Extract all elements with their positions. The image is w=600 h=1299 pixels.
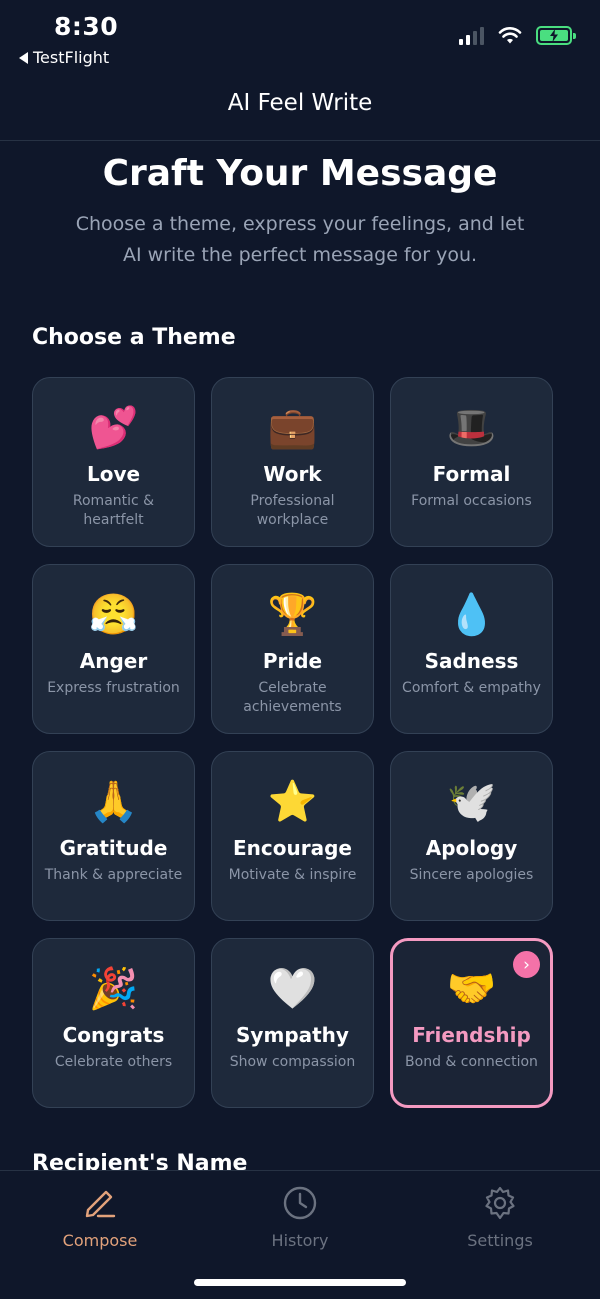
- theme-description: Formal occasions: [411, 493, 532, 509]
- theme-description: Show compassion: [229, 1054, 356, 1070]
- theme-card-love[interactable]: 💕 Love Romantic & heartfelt: [32, 377, 195, 547]
- theme-card-apology[interactable]: 🕊️ Apology Sincere apologies: [390, 751, 553, 921]
- back-arrow-icon: [19, 51, 28, 64]
- theme-name: Sympathy: [236, 1023, 349, 1047]
- theme-grid: 💕 Love Romantic & heartfelt 💼 Work Profe…: [32, 377, 554, 1108]
- back-app-label: TestFlight: [33, 48, 110, 67]
- tab-label: Compose: [62, 1231, 138, 1250]
- page-title: Craft Your Message: [102, 153, 498, 194]
- theme-description: Sincere apologies: [409, 867, 534, 883]
- heart-icon: 💕: [88, 405, 139, 451]
- cellular-signal-icon: [459, 26, 484, 45]
- theme-description: Motivate & inspire: [228, 867, 357, 883]
- selected-chevron-icon: ›: [513, 951, 540, 978]
- briefcase-icon: 💼: [267, 405, 318, 451]
- wifi-icon: [498, 26, 522, 43]
- party-popper-icon: 🎉: [88, 966, 139, 1012]
- theme-card-gratitude[interactable]: 🙏 Gratitude Thank & appreciate: [32, 751, 195, 921]
- tab-settings[interactable]: Settings: [430, 1185, 570, 1250]
- handshake-icon: 🤝: [446, 966, 497, 1012]
- theme-card-anger[interactable]: 😤 Anger Express frustration: [32, 564, 195, 734]
- theme-description: Bond & connection: [405, 1054, 538, 1070]
- theme-name: Love: [86, 462, 141, 486]
- theme-description: Express frustration: [47, 680, 180, 696]
- theme-name: Formal: [432, 462, 511, 486]
- theme-card-encourage[interactable]: ⭐ Encourage Motivate & inspire: [211, 751, 374, 921]
- dove-icon: 🕊️: [446, 779, 497, 825]
- theme-name: Apology: [425, 836, 518, 860]
- nav-divider: [0, 140, 600, 141]
- theme-name: Encourage: [233, 836, 352, 860]
- status-bar: 8:30 TestFlight: [0, 0, 600, 75]
- nav-title: AI Feel Write: [227, 90, 373, 116]
- gear-icon: [482, 1185, 518, 1221]
- pencil-icon: [82, 1185, 118, 1221]
- folded-hands-icon: 🙏: [88, 779, 139, 825]
- theme-name: Pride: [262, 649, 323, 673]
- theme-card-work[interactable]: 💼 Work Professional workplace: [211, 377, 374, 547]
- angry-face-icon: 😤: [88, 592, 139, 638]
- theme-card-sadness[interactable]: 💧 Sadness Comfort & empathy: [390, 564, 553, 734]
- theme-card-sympathy[interactable]: 🤍 Sympathy Show compassion: [211, 938, 374, 1108]
- page-subtitle: Choose a theme, express your feelings, a…: [75, 213, 525, 266]
- theme-card-congrats[interactable]: 🎉 Congrats Celebrate others: [32, 938, 195, 1108]
- top-hat-icon: 🎩: [446, 405, 497, 451]
- theme-description: Thank & appreciate: [44, 867, 183, 883]
- tab-compose[interactable]: Compose: [30, 1185, 170, 1250]
- battery-icon: [536, 26, 576, 45]
- tab-history[interactable]: History: [230, 1185, 370, 1250]
- theme-description: Celebrate others: [54, 1054, 173, 1070]
- status-time: 8:30: [54, 12, 119, 41]
- status-icons: [459, 26, 576, 45]
- tab-label: Settings: [467, 1231, 533, 1250]
- theme-description: Celebrate achievements: [243, 680, 342, 715]
- white-heart-icon: 🤍: [267, 966, 318, 1012]
- theme-description: Romantic & heartfelt: [72, 493, 155, 528]
- trophy-icon: 🏆: [267, 592, 318, 638]
- theme-description: Professional workplace: [250, 493, 335, 528]
- theme-section-title: Choose a Theme: [32, 325, 236, 350]
- star-icon: ⭐: [267, 779, 318, 825]
- theme-name: Congrats: [62, 1023, 165, 1047]
- theme-description: Comfort & empathy: [402, 680, 541, 696]
- theme-card-friendship[interactable]: › 🤝 Friendship Bond & connection: [390, 938, 553, 1108]
- home-indicator: [194, 1279, 406, 1286]
- theme-name: Anger: [79, 649, 148, 673]
- droplet-icon: 💧: [446, 592, 497, 638]
- theme-name: Gratitude: [59, 836, 168, 860]
- back-to-app-link[interactable]: TestFlight: [19, 48, 109, 67]
- theme-name: Work: [263, 462, 322, 486]
- theme-name: Friendship: [412, 1023, 531, 1047]
- theme-card-formal[interactable]: 🎩 Formal Formal occasions: [390, 377, 553, 547]
- clock-icon: [282, 1185, 318, 1221]
- theme-name: Sadness: [424, 649, 519, 673]
- tab-label: History: [271, 1231, 329, 1250]
- theme-card-pride[interactable]: 🏆 Pride Celebrate achievements: [211, 564, 374, 734]
